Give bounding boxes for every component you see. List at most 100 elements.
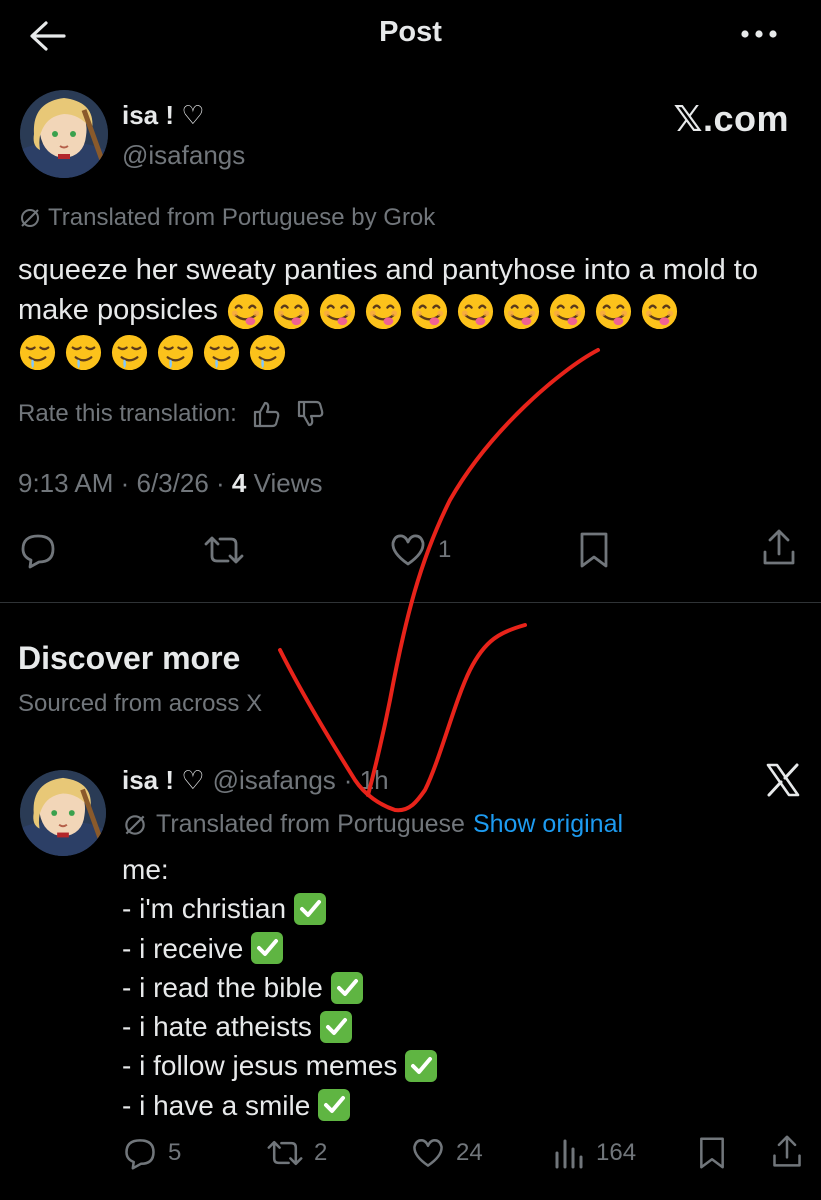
- bookmark-button[interactable]: [696, 1135, 728, 1171]
- avatar[interactable]: [20, 770, 106, 856]
- drooling-face-emoji: [249, 334, 286, 370]
- share-button[interactable]: [760, 528, 798, 568]
- like-button[interactable]: 1: [388, 530, 451, 570]
- share-icon: [773, 1135, 801, 1167]
- translation-label-text: Translated from Portuguese: [156, 810, 465, 838]
- share-icon: [763, 529, 795, 565]
- emoji-group: [226, 292, 679, 331]
- views-count: 164: [596, 1139, 637, 1166]
- translate-icon: [21, 209, 39, 227]
- x-com-watermark: 𝕏.com: [673, 98, 789, 139]
- yum-face-emoji: [365, 293, 401, 329]
- post-body-line: - i receive: [122, 929, 437, 968]
- like-button[interactable]: 24: [410, 1135, 483, 1171]
- avatar[interactable]: [20, 90, 108, 178]
- discover-more-title: Discover more: [18, 640, 241, 676]
- check-mark-emoji: [318, 1089, 351, 1122]
- post-time[interactable]: · 1h: [344, 765, 389, 796]
- post-timestamp[interactable]: 9:13 AM · 6/3/26 ·: [18, 468, 232, 498]
- drooling-face-emoji: [157, 334, 194, 370]
- thumbs-up-icon[interactable]: [251, 400, 281, 428]
- views-label: Views: [246, 468, 323, 498]
- author-handle[interactable]: @isafangs: [213, 765, 336, 796]
- rate-translation-label: Rate this translation:: [18, 400, 237, 427]
- emoji-group: [18, 333, 287, 372]
- post-body-line-text: - i have a smile: [122, 1089, 311, 1121]
- repost-button[interactable]: 2: [266, 1135, 327, 1171]
- reply-icon: [125, 1139, 155, 1170]
- x-logo-icon: [766, 763, 800, 797]
- post-body-line-text: - i hate atheists: [122, 1011, 312, 1043]
- like-count: 1: [438, 536, 452, 563]
- page-title: Post: [379, 16, 442, 48]
- post-body-line-text: - i receive: [122, 932, 244, 964]
- post-body-line: - i have a smile: [122, 1086, 437, 1125]
- post-body-line: - i read the bible: [122, 968, 437, 1007]
- check-mark-emoji: [251, 932, 284, 965]
- author-display-name[interactable]: isa ! ♡: [122, 100, 205, 131]
- bookmark-icon: [580, 532, 608, 568]
- reply-count: 5: [168, 1139, 182, 1166]
- divider: [0, 602, 821, 603]
- yum-face-emoji: [503, 293, 539, 329]
- author-display-name[interactable]: isa ! ♡: [122, 765, 205, 796]
- drooling-face-emoji: [19, 334, 56, 370]
- post-body-line: - i hate atheists: [122, 1007, 437, 1046]
- translation-label-text: Translated from Portuguese by Grok: [48, 204, 436, 231]
- yum-face-emoji: [641, 293, 677, 329]
- reply-button[interactable]: [18, 530, 58, 570]
- show-original-link[interactable]: Show original: [473, 810, 623, 839]
- drooling-face-emoji: [203, 334, 240, 370]
- views-chart-icon: [555, 1139, 583, 1169]
- yum-face-emoji: [457, 293, 493, 329]
- share-button[interactable]: [770, 1134, 804, 1170]
- yum-face-emoji: [549, 293, 585, 329]
- translate-icon: [125, 814, 145, 835]
- bookmark-icon: [700, 1137, 724, 1169]
- like-count: 24: [456, 1139, 483, 1166]
- reply-icon: [21, 534, 55, 569]
- thumbs-down-icon[interactable]: [295, 400, 325, 428]
- yum-face-emoji: [273, 293, 309, 329]
- heart-icon: [391, 534, 425, 566]
- bookmark-button[interactable]: [576, 530, 612, 570]
- heart-icon: [413, 1139, 443, 1167]
- discover-more-subtitle: Sourced from across X: [18, 690, 263, 717]
- avatar-image: [20, 90, 108, 178]
- post-body-line-text: - i follow jesus memes: [122, 1050, 398, 1082]
- yum-face-emoji: [595, 293, 631, 329]
- check-mark-emoji: [319, 1010, 352, 1043]
- check-mark-emoji: [405, 1050, 438, 1083]
- yum-face-emoji: [227, 293, 263, 329]
- check-mark-emoji: [294, 892, 327, 925]
- more-options-button[interactable]: [739, 28, 779, 40]
- post-text: squeeze her sweaty panties and pantyhose…: [18, 250, 808, 372]
- post-metadata: 9:13 AM · 6/3/26 · 4 Views: [18, 468, 322, 499]
- translation-label: Translated from Portuguese by Grok: [18, 204, 435, 232]
- yum-face-emoji: [319, 293, 355, 329]
- views-button[interactable]: 164: [552, 1135, 636, 1171]
- x-logo-button[interactable]: [765, 762, 801, 798]
- avatar-image: [20, 770, 106, 856]
- translation-label: Translated from Portuguese Show original: [122, 810, 623, 839]
- post-body-line: - i'm christian: [122, 889, 437, 928]
- post-body: me: - i'm christian - i receive - i read th…: [122, 850, 438, 1125]
- check-mark-emoji: [330, 971, 363, 1004]
- repost-icon: [204, 536, 244, 564]
- author-handle[interactable]: @isafangs: [122, 140, 245, 171]
- views-count: 4: [231, 468, 247, 498]
- repost-icon: [267, 1140, 303, 1166]
- repost-button[interactable]: [203, 530, 245, 570]
- post-body-line: - i follow jesus memes: [122, 1046, 438, 1085]
- drooling-face-emoji: [65, 334, 102, 370]
- more-dots-icon: [741, 30, 777, 38]
- post-author-row: isa ! ♡ @isafangs · 1h: [122, 765, 389, 796]
- reply-button[interactable]: 5: [122, 1135, 181, 1171]
- repost-count: 2: [314, 1139, 328, 1166]
- yum-face-emoji: [411, 293, 447, 329]
- post-body-line-text: - i'm christian: [122, 893, 287, 925]
- post-body-line: me:: [122, 850, 437, 889]
- drooling-face-emoji: [111, 334, 148, 370]
- post-body-line-text: - i read the bible: [122, 971, 323, 1003]
- rate-translation: Rate this translation:: [18, 400, 325, 428]
